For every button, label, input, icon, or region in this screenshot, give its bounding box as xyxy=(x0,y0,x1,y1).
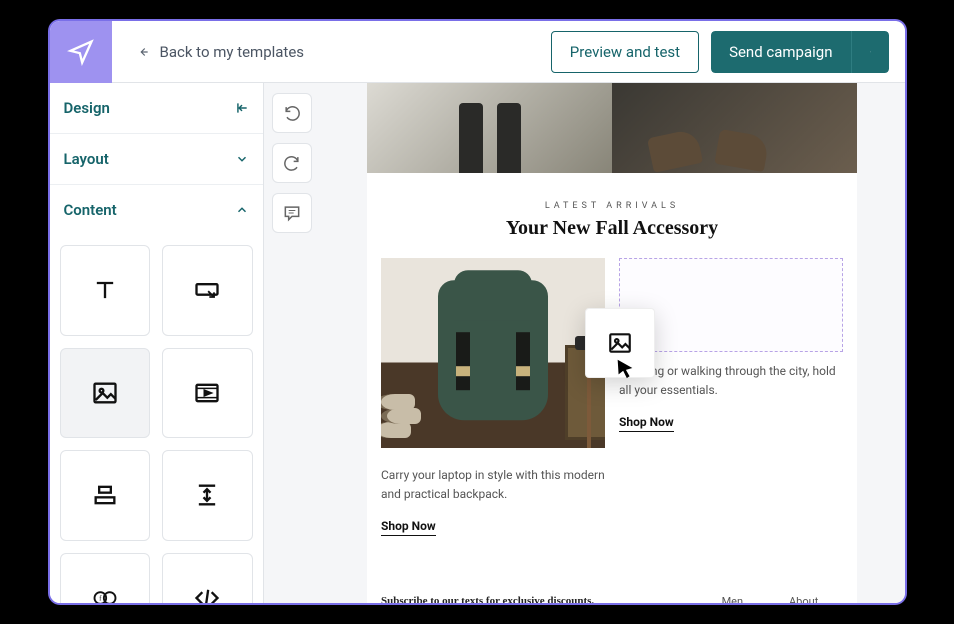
block-html[interactable] xyxy=(162,553,253,604)
content-blocks: f xyxy=(50,235,263,603)
svg-text:f: f xyxy=(99,594,102,602)
body: Design Layout Content xyxy=(50,83,905,603)
spacer-icon xyxy=(193,481,221,509)
column-left: Carry your laptop in style with this mod… xyxy=(381,258,605,536)
block-social[interactable]: f xyxy=(60,553,151,604)
columns-icon xyxy=(91,481,119,509)
send-button-group: Send campaign xyxy=(711,31,888,73)
block-video[interactable] xyxy=(162,348,253,439)
section-design[interactable]: Design xyxy=(50,83,263,134)
undo-icon xyxy=(282,103,302,123)
send-label: Send campaign xyxy=(729,43,832,61)
comment-icon xyxy=(282,203,302,223)
sidebar: Design Layout Content xyxy=(50,83,264,603)
section-title: LATEST ARRIVALS Your New Fall Accessory xyxy=(367,173,857,258)
collapse-left-icon xyxy=(235,101,249,115)
block-columns[interactable] xyxy=(60,450,151,541)
undo-button[interactable] xyxy=(272,93,312,133)
send-button[interactable]: Send campaign xyxy=(711,31,850,73)
chevron-down-icon xyxy=(235,152,249,166)
cursor-icon xyxy=(614,357,636,379)
block-spacer[interactable] xyxy=(162,450,253,541)
code-icon xyxy=(193,584,221,603)
section-content-label: Content xyxy=(64,201,117,219)
hero-right-image xyxy=(612,83,857,173)
block-button[interactable] xyxy=(162,245,253,336)
back-link[interactable]: Back to my templates xyxy=(136,43,305,61)
image-icon xyxy=(607,330,633,356)
headline[interactable]: Your New Fall Accessory xyxy=(367,217,857,240)
topbar: Back to my templates Preview and test Se… xyxy=(50,21,905,83)
brand-logo[interactable] xyxy=(50,21,112,83)
eyebrow[interactable]: LATEST ARRIVALS xyxy=(367,201,857,211)
footer-link[interactable]: Men xyxy=(722,595,744,603)
section-design-label: Design xyxy=(64,99,110,117)
app-frame: Back to my templates Preview and test Se… xyxy=(50,21,905,603)
hero-image[interactable] xyxy=(367,83,857,173)
back-label: Back to my templates xyxy=(160,43,305,61)
section-layout-label: Layout xyxy=(64,150,109,168)
caret-down-icon xyxy=(870,47,871,57)
block-text[interactable] xyxy=(60,245,151,336)
preview-label: Preview and test xyxy=(570,43,680,61)
send-icon xyxy=(67,38,95,66)
video-icon xyxy=(193,379,221,407)
button-icon xyxy=(193,276,221,304)
footer-links-1: Men Women Kids xyxy=(722,595,759,603)
product-desc-left[interactable]: Carry your laptop in style with this mod… xyxy=(381,466,605,503)
section-content[interactable]: Content xyxy=(50,185,263,235)
footer-links-2: About Account Contact Us xyxy=(789,595,843,603)
footer-subscribe[interactable]: Subscribe to our texts for exclusive dis… xyxy=(381,595,692,603)
preview-button[interactable]: Preview and test xyxy=(551,31,699,73)
two-column-row: Carry your laptop in style with this mod… xyxy=(367,258,857,536)
social-icon: f xyxy=(91,584,119,603)
shop-link-left[interactable]: Shop Now xyxy=(381,519,436,536)
redo-icon xyxy=(282,153,302,173)
hero-left-image xyxy=(367,83,612,173)
section-layout[interactable]: Layout xyxy=(50,134,263,185)
email-preview: LATEST ARRIVALS Your New Fall Accessory xyxy=(367,83,857,603)
image-icon xyxy=(91,379,119,407)
send-dropdown-button[interactable] xyxy=(851,31,889,73)
redo-button[interactable] xyxy=(272,143,312,183)
block-image[interactable] xyxy=(60,348,151,439)
column-right: re hiking or walking through the city, h… xyxy=(619,258,843,536)
email-footer: Subscribe to our texts for exclusive dis… xyxy=(367,566,857,603)
canvas[interactable]: LATEST ARRIVALS Your New Fall Accessory xyxy=(320,83,905,603)
comments-button[interactable] xyxy=(272,193,312,233)
chevron-up-icon xyxy=(235,203,249,217)
text-icon xyxy=(91,276,119,304)
arrow-left-icon xyxy=(136,45,150,59)
footer-link[interactable]: About xyxy=(789,595,818,603)
tool-column xyxy=(264,83,320,603)
product-image-left[interactable] xyxy=(381,258,605,448)
drag-ghost xyxy=(585,308,655,378)
shop-link-right[interactable]: Shop Now xyxy=(619,415,674,432)
